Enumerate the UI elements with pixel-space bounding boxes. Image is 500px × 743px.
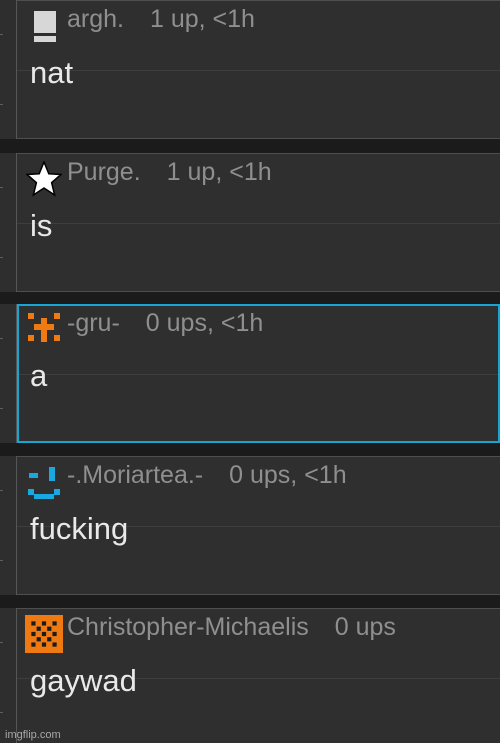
vote-stats: 1 up, <1h: [149, 5, 255, 33]
comment-header: -.Moriartea.- 0 ups, <1h: [67, 461, 347, 490]
comment-item: Christopher-Michaelis 0 ups gaywad: [0, 608, 500, 743]
thread-gutter: [0, 0, 17, 139]
comment-card[interactable]: argh. 1 up, <1h nat: [17, 0, 500, 139]
comment-item: Purge. 1 up, <1h is: [0, 153, 500, 292]
username[interactable]: argh.: [67, 5, 124, 33]
username[interactable]: -.Moriartea.-: [67, 461, 203, 489]
orange-pixel-cross-icon[interactable]: [26, 311, 62, 347]
comment-card[interactable]: -.Moriartea.- 0 ups, <1h fucking: [17, 456, 500, 595]
comment-header: argh. 1 up, <1h: [67, 5, 255, 34]
watermark: imgflip.com: [5, 729, 61, 741]
comment-item: -.Moriartea.- 0 ups, <1h fucking: [0, 456, 500, 595]
comment-item: argh. 1 up, <1h nat: [0, 0, 500, 139]
comment-card-selected[interactable]: -gru- 0 ups, <1h a: [17, 304, 500, 443]
username[interactable]: Christopher-Michaelis: [67, 613, 309, 641]
comment-text: is: [30, 208, 53, 243]
orange-checker-icon[interactable]: [25, 615, 63, 653]
comment-header: Christopher-Michaelis 0 ups: [67, 613, 396, 642]
gray-block-icon[interactable]: [26, 8, 62, 44]
thread-gutter: [0, 153, 17, 292]
thread-gutter: [0, 304, 17, 443]
vote-stats: 0 ups: [334, 613, 396, 641]
vote-stats: 0 ups, <1h: [229, 461, 347, 489]
comment-text: fucking: [30, 511, 129, 546]
vote-stats: 0 ups, <1h: [145, 309, 264, 337]
comment-card[interactable]: Christopher-Michaelis 0 ups gaywad: [17, 608, 500, 743]
comment-text: gaywad: [30, 663, 137, 698]
comment-item: -gru- 0 ups, <1h a: [0, 304, 500, 443]
white-star-icon[interactable]: [26, 161, 62, 197]
username[interactable]: Purge.: [67, 158, 141, 186]
thread-gutter: [0, 456, 17, 595]
username[interactable]: -gru-: [67, 309, 120, 337]
thread-gutter: [0, 608, 17, 743]
comment-header: -gru- 0 ups, <1h: [67, 309, 263, 338]
comment-text: a: [30, 358, 48, 393]
comment-header: Purge. 1 up, <1h: [67, 158, 272, 187]
vote-stats: 1 up, <1h: [166, 158, 272, 186]
blue-pixel-smiley-icon[interactable]: [26, 464, 62, 500]
comment-card[interactable]: Purge. 1 up, <1h is: [17, 153, 500, 292]
comment-text: nat: [30, 55, 74, 90]
